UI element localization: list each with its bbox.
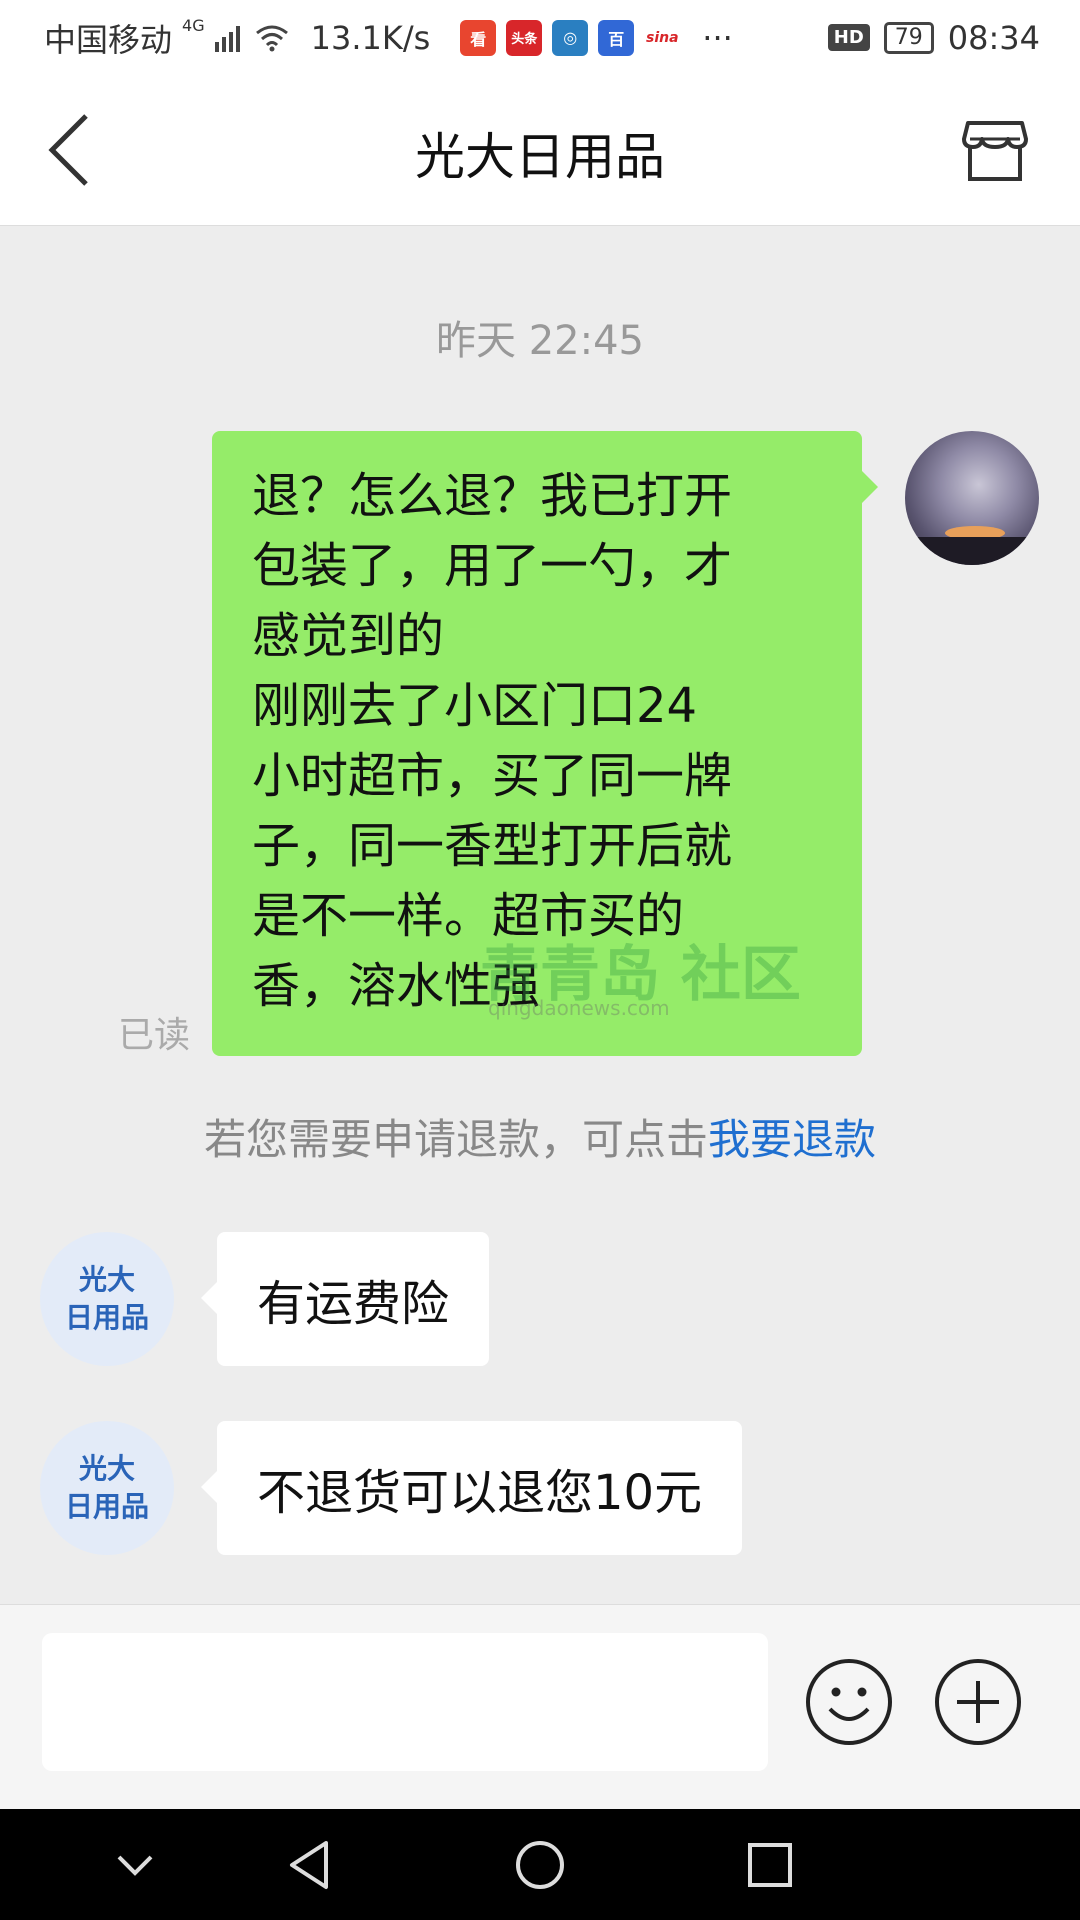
message-timestamp: 昨天 22:45 [436, 318, 644, 364]
shop-avatar-line: 光大 [78, 1263, 135, 1296]
plus-icon[interactable] [933, 1657, 1023, 1747]
shop-message-text: 有运费险 [257, 1276, 450, 1332]
message-line: 子，同一香型打开后就 [252, 818, 733, 874]
shop-avatar[interactable]: 光大 日用品 [40, 1421, 174, 1555]
input-bar [0, 1604, 1080, 1810]
my-message-bubble[interactable]: 退？怎么退？我已打开 包装了，用了一勺，才 感觉到的 刚刚去了小区门口24 小时… [212, 431, 878, 1056]
refund-link[interactable]: 我要退款 [708, 1115, 876, 1164]
sina-app-icon: sina [644, 19, 681, 56]
shop-avatar-line: 日用品 [64, 1301, 149, 1334]
shop-avatar-line: 光大 [78, 1452, 135, 1485]
refund-notice: 若您需要申请退款，可点击我要退款 [0, 1106, 1080, 1167]
eye-app-icon: ◎ [552, 19, 589, 56]
battery-icon: 79 [883, 21, 934, 54]
shop-message-text: 不退货可以退您10元 [257, 1465, 703, 1521]
system-navigation-bar [0, 1809, 1080, 1920]
shop-avatar-line: 日用品 [64, 1490, 149, 1523]
message-line: 感觉到的 [252, 608, 445, 664]
message-line: 包装了，用了一勺，才 [252, 538, 733, 594]
page-title: 光大日用品 [415, 128, 665, 186]
read-receipt: 已读 [118, 1015, 191, 1056]
signal-icon [214, 25, 240, 52]
shop-message-bubble[interactable]: 有运费险 [200, 1232, 490, 1366]
message-input[interactable] [42, 1633, 768, 1771]
more-notifications-icon: ··· [702, 18, 733, 57]
wifi-icon [255, 25, 288, 51]
status-bar: 中国移动 4G 13.1K/s 看 头条 ◎ 百 sina ··· HD 79 … [0, 0, 1080, 75]
chat-area[interactable]: 昨天 22:45 退？怎么退？我已打开 包装了，用了一勺，才 感觉到的 刚刚去了… [0, 226, 1080, 1604]
refund-notice-text: 若您需要申请退款，可点击 [203, 1115, 708, 1164]
message-line: 香，溶水性强 [252, 958, 541, 1014]
shop-avatar[interactable]: 光大 日用品 [40, 1232, 174, 1366]
clock: 08:34 [947, 18, 1040, 57]
shop-message-bubble[interactable]: 不退货可以退您10元 [200, 1421, 743, 1555]
chat-header: 光大日用品 [0, 75, 1080, 226]
carrier-label: 中国移动 [44, 20, 173, 59]
store-icon[interactable] [960, 115, 1030, 185]
back-triangle-icon[interactable] [280, 1835, 340, 1895]
message-line: 是不一样。超市买的 [252, 888, 685, 944]
message-line: 小时超市，买了同一牌 [252, 748, 733, 804]
toutiao-app-icon: 头条 [506, 19, 543, 56]
message-line: 退？怎么退？我已打开 [252, 468, 733, 524]
home-circle-icon[interactable] [510, 1835, 570, 1895]
network-speed: 13.1K/s [310, 18, 431, 57]
hd-badge: HD [827, 24, 870, 51]
kankan-app-icon: 看 [460, 19, 497, 56]
baidu-app-icon: 百 [598, 19, 635, 56]
chevron-down-icon[interactable] [105, 1835, 165, 1895]
recents-square-icon[interactable] [740, 1835, 800, 1895]
emoji-icon[interactable] [804, 1657, 894, 1747]
my-avatar[interactable] [905, 431, 1039, 565]
network-type: 4G [182, 16, 205, 35]
message-line: 刚刚去了小区门口24 [252, 678, 698, 734]
